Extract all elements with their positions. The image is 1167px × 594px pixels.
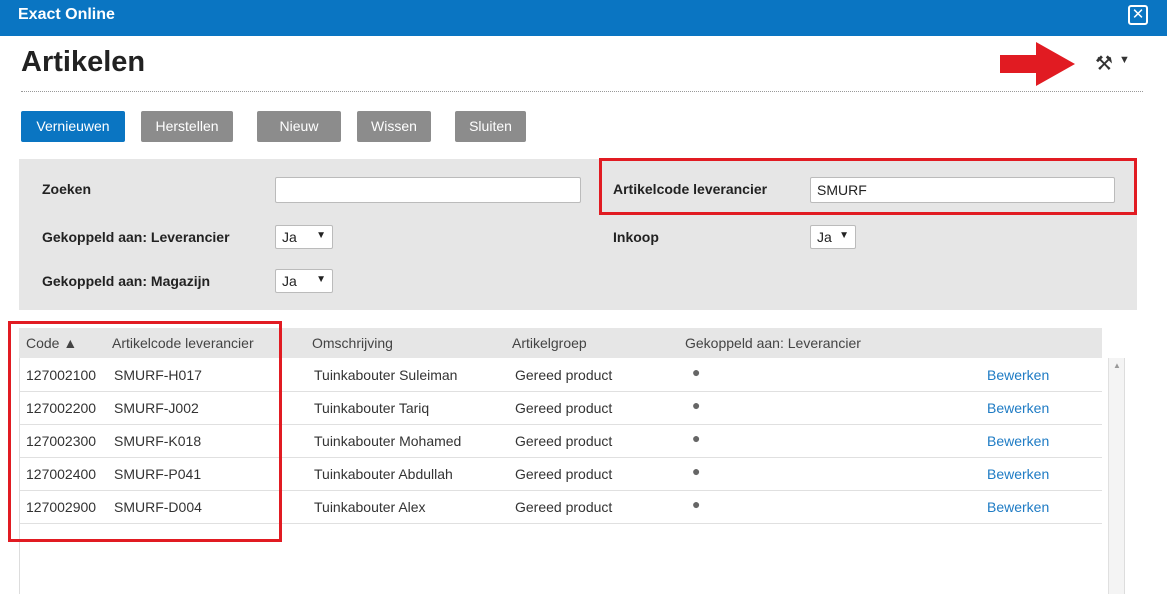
title-bar: Exact Online ✕ xyxy=(0,0,1167,36)
linked-dot-icon: ● xyxy=(692,397,701,413)
gekoppeld-leverancier-select[interactable]: Ja ▼ xyxy=(275,225,333,249)
highlight-artikelcode-filter xyxy=(599,158,1137,215)
inkoop-value: Ja xyxy=(817,229,832,245)
gekoppeld-leverancier-value: Ja xyxy=(282,229,297,245)
zoeken-label: Zoeken xyxy=(42,181,92,197)
column-artikelgroep[interactable]: Artikelgroep xyxy=(512,335,587,351)
nieuw-button[interactable]: Nieuw xyxy=(257,111,341,142)
chevron-down-icon: ▼ xyxy=(316,230,326,241)
cell-description: Tuinkabouter Mohamed xyxy=(314,433,462,449)
gekoppeld-magazijn-value: Ja xyxy=(282,273,297,289)
page-title: Artikelen xyxy=(21,46,146,78)
cell-description: Tuinkabouter Suleiman xyxy=(314,367,458,383)
bewerken-link[interactable]: Bewerken xyxy=(987,499,1049,515)
red-arrow-icon xyxy=(1000,42,1075,86)
bewerken-link[interactable]: Bewerken xyxy=(987,466,1049,482)
gekoppeld-magazijn-label: Gekoppeld aan: Magazijn xyxy=(42,273,211,289)
chevron-down-icon: ▼ xyxy=(316,274,326,285)
column-gekoppeld-leverancier[interactable]: Gekoppeld aan: Leverancier xyxy=(685,335,861,351)
linked-dot-icon: ● xyxy=(692,364,701,380)
inkoop-select[interactable]: Ja ▼ xyxy=(810,225,856,249)
linked-dot-icon: ● xyxy=(692,463,701,479)
sluiten-button[interactable]: Sluiten xyxy=(455,111,526,142)
highlight-code-columns xyxy=(8,321,282,542)
vernieuwen-button[interactable]: Vernieuwen xyxy=(21,111,125,142)
herstellen-button[interactable]: Herstellen xyxy=(141,111,233,142)
cell-group: Gereed product xyxy=(515,400,613,416)
vertical-scrollbar[interactable]: ▲ xyxy=(1108,358,1124,594)
cell-description: Tuinkabouter Abdullah xyxy=(314,466,453,482)
cell-group: Gereed product xyxy=(515,499,613,515)
wissen-button[interactable]: Wissen xyxy=(357,111,431,142)
gekoppeld-magazijn-select[interactable]: Ja ▼ xyxy=(275,269,333,293)
cell-group: Gereed product xyxy=(515,433,613,449)
linked-dot-icon: ● xyxy=(692,496,701,512)
cell-group: Gereed product xyxy=(515,367,613,383)
search-input[interactable] xyxy=(275,177,581,203)
bewerken-link[interactable]: Bewerken xyxy=(987,400,1049,416)
column-omschrijving[interactable]: Omschrijving xyxy=(312,335,393,351)
app-title: Exact Online xyxy=(18,6,115,23)
chevron-down-icon: ▼ xyxy=(839,230,849,241)
bewerken-link[interactable]: Bewerken xyxy=(987,367,1049,383)
linked-dot-icon: ● xyxy=(692,430,701,446)
gekoppeld-leverancier-label: Gekoppeld aan: Leverancier xyxy=(42,229,230,245)
cell-description: Tuinkabouter Alex xyxy=(314,499,426,515)
scroll-up-icon[interactable]: ▲ xyxy=(1113,361,1121,370)
title-divider xyxy=(21,91,1143,92)
chevron-down-icon: ▼ xyxy=(1119,54,1130,66)
bewerken-link[interactable]: Bewerken xyxy=(987,433,1049,449)
close-icon[interactable]: ✕ xyxy=(1128,5,1148,25)
inkoop-label: Inkoop xyxy=(613,229,659,245)
wrench-screwdriver-icon: ⚒ xyxy=(1095,51,1113,75)
cell-group: Gereed product xyxy=(515,466,613,482)
settings-menu[interactable]: ⚒ ▼ xyxy=(1095,51,1135,75)
cell-description: Tuinkabouter Tariq xyxy=(314,400,430,416)
